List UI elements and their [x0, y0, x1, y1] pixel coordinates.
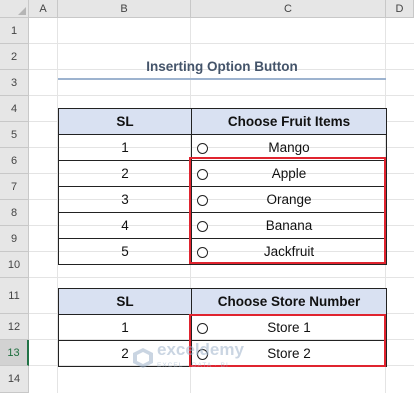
column-header-a[interactable]: A	[29, 0, 58, 18]
row-header-7[interactable]: 7	[0, 174, 29, 200]
header-fruit-items: Choose Fruit Items	[191, 108, 387, 135]
row-header-5[interactable]: 5	[0, 122, 29, 148]
highlight-box-fruits	[189, 157, 386, 264]
watermark: exceldemy EXCEL · DATA · BI	[132, 340, 244, 374]
sl-cell[interactable]: 1	[58, 134, 192, 161]
header-sl: SL	[58, 288, 192, 315]
watermark-tagline: EXCEL · DATA · BI	[157, 362, 229, 369]
row-header-12[interactable]: 12	[0, 314, 29, 340]
spreadsheet: A B C D 1 2 3 4 5 6 7 8 9 10 11 12 13 14	[0, 0, 414, 393]
sheet-title: Inserting Option Button	[146, 59, 298, 74]
header-sl: SL	[58, 108, 192, 135]
option-label-mango[interactable]: Mango	[268, 140, 309, 155]
row-header-6[interactable]: 6	[0, 148, 29, 174]
row-header-13[interactable]: 13	[0, 340, 29, 366]
column-header-d[interactable]: D	[386, 0, 414, 18]
sl-cell[interactable]: 4	[58, 212, 192, 239]
row-header-14[interactable]: 14	[0, 366, 29, 393]
watermark-brand: exceldemy	[157, 340, 244, 359]
option-button-radio[interactable]	[197, 142, 208, 154]
column-header-b[interactable]: B	[58, 0, 191, 18]
sl-cell[interactable]: 2	[58, 160, 192, 187]
sl-cell[interactable]: 5	[58, 238, 192, 265]
row-header-4[interactable]: 4	[0, 96, 29, 122]
sl-cell[interactable]: 1	[58, 314, 192, 341]
row-header-3[interactable]: 3	[0, 70, 29, 96]
select-all-corner[interactable]	[0, 0, 29, 18]
row-header-1[interactable]: 1	[0, 18, 29, 44]
column-header-c[interactable]: C	[191, 0, 386, 18]
row-header-9[interactable]: 9	[0, 226, 29, 252]
watermark-text: exceldemy EXCEL · DATA · BI	[157, 340, 244, 374]
row-header-8[interactable]: 8	[0, 200, 29, 226]
exceldemy-logo-icon	[133, 348, 153, 368]
row-header-2[interactable]: 2	[0, 44, 29, 70]
header-store-number: Choose Store Number	[191, 288, 387, 315]
row-header-10[interactable]: 10	[0, 252, 29, 278]
sl-cell[interactable]: 3	[58, 186, 192, 213]
title-underline	[58, 78, 386, 80]
row-header-11[interactable]: 11	[0, 278, 29, 314]
